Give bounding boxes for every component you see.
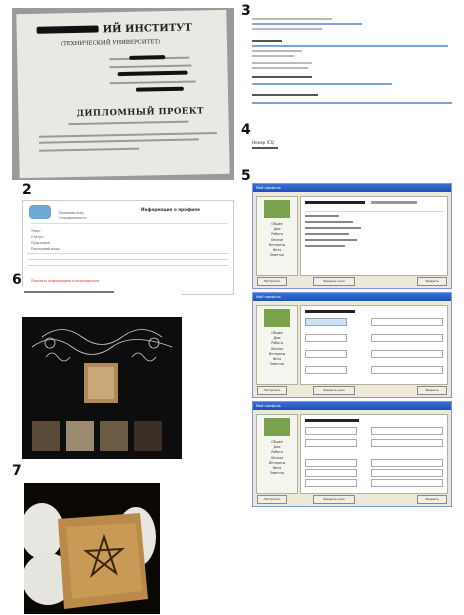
profile-row: Подсказка: (31, 241, 51, 245)
side-item[interactable]: Заметки (257, 471, 297, 476)
thumbnail (134, 421, 162, 451)
figure-label-7: 7 (12, 463, 22, 479)
side-menu: Общее Дом Работа Личное Интересы Фото За… (256, 196, 298, 276)
figure-label-6: 6 (12, 272, 22, 288)
configure-button[interactable]: Настроить (257, 495, 287, 504)
book-photo (24, 483, 160, 614)
profile-window-1: Мой профиль Общее Дом Работа Личное Инте… (252, 183, 452, 289)
details-panel (252, 14, 457, 124)
icq-panel: Номер ICQ (252, 136, 352, 160)
profile-link[interactable]: Показать информацию о пользователе (31, 279, 99, 283)
close-button[interactable]: Закрыть (417, 495, 447, 504)
close-window-button[interactable]: Закрыть окно (313, 495, 355, 504)
profile-row: Пользователь: (59, 211, 85, 215)
close-button[interactable]: Закрыть (417, 277, 447, 286)
window-content (300, 196, 448, 276)
gallery-dark-area (22, 317, 182, 459)
app-logo (264, 309, 290, 327)
profile-row: Специальность: (59, 216, 87, 220)
app-logo (264, 418, 290, 436)
close-window-button[interactable]: Закрыть окно (313, 277, 355, 286)
profile-window-2: Мой профиль Общее Дом Работа Личное Инте… (252, 292, 452, 398)
avatar-icon (29, 205, 51, 219)
institute-subtitle: (ТЕХНИЧЕСКИЙ УНИВЕРСИТЕТ) (60, 39, 161, 48)
close-window-button[interactable]: Закрыть окно (313, 386, 355, 395)
profile-row: Статус: (31, 235, 45, 239)
thumbnail (100, 421, 128, 451)
figure-label-3: 3 (241, 3, 251, 19)
side-item[interactable]: Заметки (257, 253, 297, 258)
close-button[interactable]: Закрыть (417, 386, 447, 395)
configure-button[interactable]: Настроить (257, 386, 287, 395)
institute-name: ИЙ ИНСТИТУТ (102, 22, 192, 36)
thumbnail (66, 421, 94, 451)
gallery-page-screenshot (22, 287, 182, 459)
diploma-heading: ДИПЛОМНЫЙ ПРОЕКТ (76, 106, 205, 119)
window-content (300, 305, 448, 385)
diploma-title-photo: ИЙ ИНСТИТУТ (ТЕХНИЧЕСКИЙ УНИВЕРСИТЕТ) ДИ… (12, 8, 234, 180)
redaction-bar (36, 25, 99, 34)
figure-label-4: 4 (241, 122, 251, 138)
side-menu: Общее Дом Работа Личное Интересы Фото За… (256, 414, 298, 494)
profile-row: Последний вход: (31, 247, 61, 251)
window-title: Мой профиль (256, 295, 281, 299)
window-title: Мой профиль (256, 186, 281, 190)
figure-label-5: 5 (241, 168, 251, 184)
icq-label: Номер ICQ (252, 140, 274, 145)
ornament-graphic (31, 329, 173, 451)
figure-label-2: 2 (22, 182, 32, 198)
window-title: Мой профиль (256, 404, 281, 408)
configure-button[interactable]: Настроить (257, 277, 287, 286)
side-menu: Общее Дом Работа Личное Интересы Фото За… (256, 305, 298, 385)
window-content (300, 414, 448, 494)
thumbnail (32, 421, 60, 451)
side-item[interactable]: Заметки (257, 362, 297, 367)
profile-row: Тема: (31, 229, 41, 233)
profile-info-card: Информация о профиле Пользователь: Специ… (22, 200, 234, 295)
app-logo (264, 200, 290, 218)
profile-header: Информация о профиле (141, 207, 200, 212)
profile-window-3: Мой профиль Общее Дом Работа Личное Инте… (252, 401, 452, 507)
